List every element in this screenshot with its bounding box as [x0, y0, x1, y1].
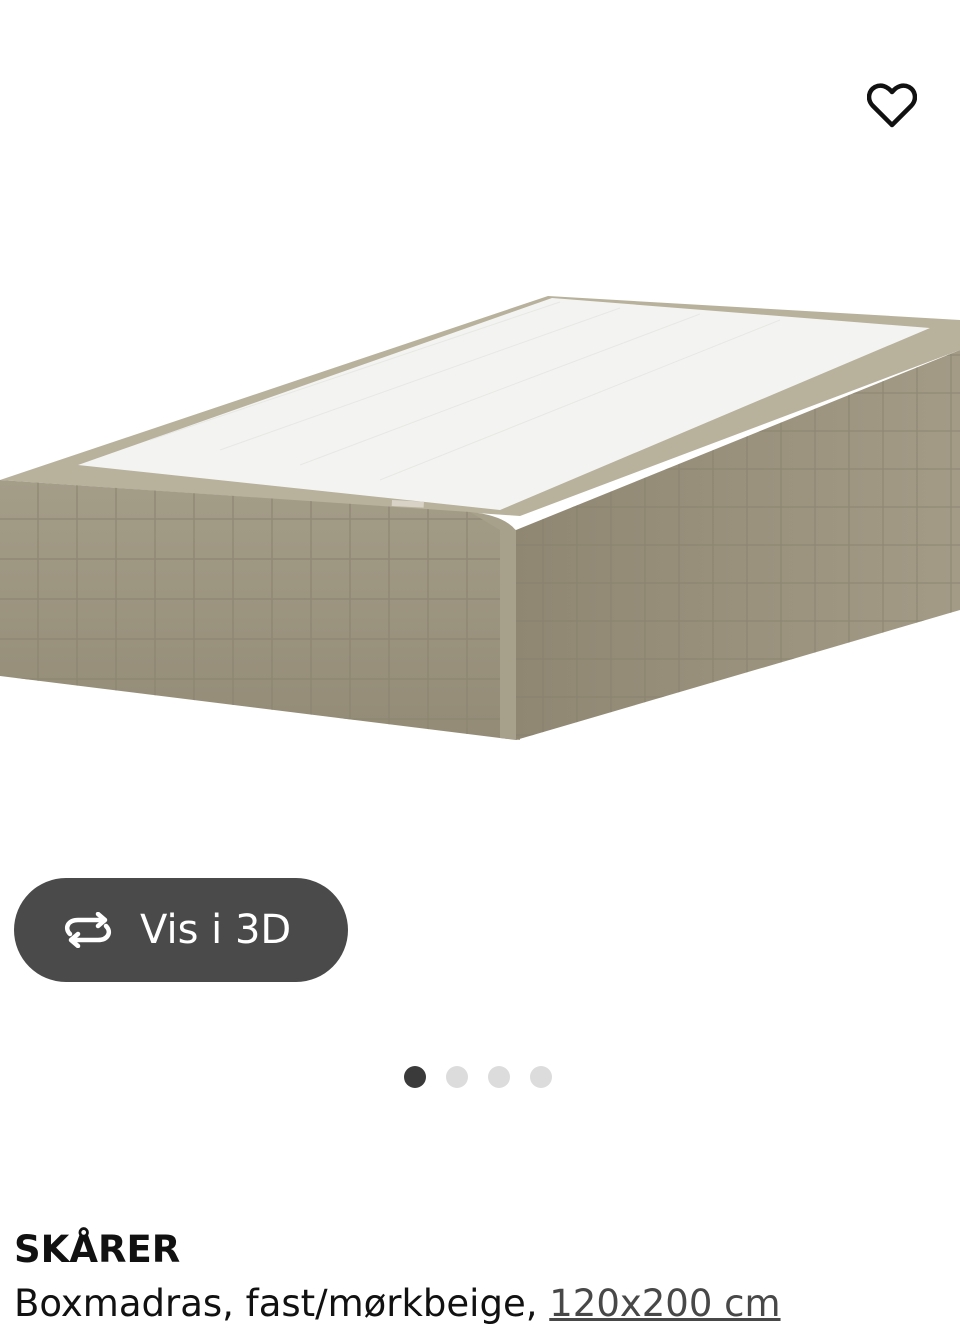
product-image	[0, 296, 960, 740]
heart-outline-icon	[867, 83, 917, 128]
product-page: Vis i 3D SKÅRER Boxmadras, fast/mørkbeig…	[0, 0, 960, 1344]
product-name: SKÅRER	[14, 1228, 181, 1271]
carousel-dots	[404, 1066, 552, 1090]
view-3d-button[interactable]: Vis i 3D	[14, 878, 348, 982]
favorite-button[interactable]	[864, 78, 920, 134]
size-link[interactable]: 120x200 cm	[549, 1282, 780, 1325]
carousel-dot-4[interactable]	[530, 1066, 552, 1088]
carousel-dot-1[interactable]	[404, 1066, 426, 1088]
product-description: Boxmadras, fast/mørkbeige, 120x200 cm	[14, 1282, 781, 1325]
product-description-text: Boxmadras, fast/mørkbeige,	[14, 1282, 550, 1325]
carousel-dot-2[interactable]	[446, 1066, 468, 1088]
carousel-dot-3[interactable]	[488, 1066, 510, 1088]
product-gallery[interactable]: Vis i 3D	[0, 0, 960, 1088]
rotate-3d-icon	[65, 912, 111, 948]
view-3d-label: Vis i 3D	[140, 907, 292, 953]
